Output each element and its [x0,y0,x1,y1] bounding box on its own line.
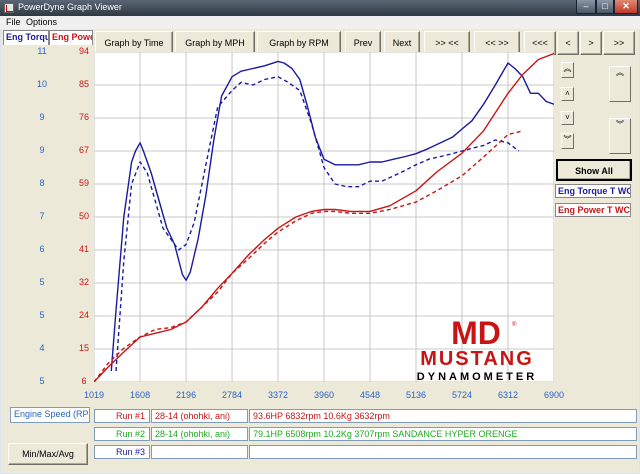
power-tick-label: 85 [78,79,89,89]
run2-label: Run #2 [94,427,150,441]
rpm-tick-label: 5724 [452,390,473,400]
rpm-tick-label: 2784 [222,390,243,400]
power-tick-label: 6 [81,376,87,386]
power-tick-label: 67 [78,145,89,155]
scroll-right-fast-button[interactable]: >> [603,31,635,55]
rpm-tick-label: 3960 [314,390,335,400]
scroll-right-button[interactable]: > [580,31,602,55]
rpm-tick-label: 6312 [497,390,519,400]
maximize-button[interactable]: □ [596,0,614,14]
minimize-button[interactable]: – [576,0,596,14]
zoom-y-in-button[interactable]: ︽ [609,66,631,102]
run3-stats [249,445,637,459]
logo-mark: MD [451,318,501,351]
double-chevron-down-icon: ︾ [563,135,572,144]
x-channel-field[interactable]: Engine Speed (RP [10,407,90,423]
power-tick-label: 32 [78,277,89,287]
legend-torque[interactable]: Eng Torque T WC [555,184,631,198]
double-chevron-down-icon: ︾ [616,120,624,129]
run1-label: Run #1 [94,409,150,423]
menu-file[interactable]: File [6,17,21,27]
run3-label: Run #3 [94,445,150,459]
torque-tick-label: 4 [39,343,45,353]
run2-stats: 79.1HP 6508rpm 10.2Kg 3707rpm SANDANCE H… [249,427,637,441]
app-icon [4,3,14,13]
torque-tick-label: 7 [39,211,45,221]
power-tick-label: 50 [78,211,89,221]
logo-graphic: MD ® MUSTANG DYNAMOMETER [417,315,537,383]
close-button[interactable]: ✕ [614,0,638,14]
rpm-tick-label: 3372 [268,390,289,400]
scroll-left-button[interactable]: < [557,31,579,55]
rpm-tick-label: 1019 [83,390,105,400]
logo-sub: DYNAMOMETER [417,371,537,383]
window-title: PowerDyne Graph Viewer [18,2,122,12]
mustang-dynamometer-logo: MD ® MUSTANG DYNAMOMETER [398,315,556,384]
torque-tick-label: 9 [39,112,45,122]
chevron-down-icon: ˅ [565,113,570,122]
torque-tick-label: 5 [39,277,45,287]
rpm-tick-label: 4548 [360,390,381,400]
power-tick-label: 41 [78,244,89,254]
power-tick-label: 76 [78,112,89,122]
rpm-tick-label: 2196 [176,390,197,400]
power-tick-label: 94 [78,46,89,56]
torque-tick-label: 5 [39,376,45,386]
run2-desc[interactable]: 28-14 (ohohki, ani) [151,427,248,441]
scroll-up-button[interactable]: ˄ [561,87,574,101]
torque-tick-label: 10 [36,79,47,89]
run1-desc[interactable]: 28-14 (ohohki, ani) [151,409,248,423]
menu-bar: File Options [0,16,640,29]
show-all-button[interactable]: Show All [556,159,632,181]
scroll-down-button[interactable]: ˅ [561,111,574,125]
tab-eng-torque[interactable]: Eng Torque [3,30,49,45]
torque-tick-label: 11 [37,46,47,56]
rpm-tick-label: 1608 [130,390,151,400]
zoom-y-out-button[interactable]: ︾ [609,118,631,154]
double-chevron-up-icon: ︽ [616,68,624,77]
power-tick-label: 15 [78,343,89,353]
power-tick-label: 24 [78,310,89,320]
run3-desc[interactable] [151,445,248,459]
power-tick-label: 59 [78,178,89,188]
torque-tick-label: 6 [39,244,45,254]
min-max-avg-button[interactable]: Min/Max/Avg [8,443,88,465]
scroll-up-fast-button[interactable]: ︽ [561,62,574,78]
logo-name: MUSTANG [420,348,534,370]
torque-tick-label: 5 [39,310,45,320]
rpm-tick-label: 5136 [406,390,427,400]
torque-tick-label: 9 [39,145,45,155]
torque-tick-label: 8 [39,178,45,188]
legend-power[interactable]: Eng Power T WC [555,203,631,217]
rpm-tick-label: 6900 [543,390,565,400]
run1-stats: 93.6HP 6832rpm 10.6Kg 3632rpm [249,409,637,423]
scroll-down-fast-button[interactable]: ︾ [561,133,574,149]
app-window: PowerDyne Graph Viewer – □ ✕ File Option… [0,0,640,474]
title-bar: PowerDyne Graph Viewer – □ ✕ [0,0,640,16]
tab-eng-power[interactable]: Eng Powe [49,30,93,45]
double-chevron-up-icon: ︽ [563,64,572,73]
logo-registered: ® [512,321,517,328]
chevron-up-icon: ˄ [565,89,570,98]
menu-options[interactable]: Options [26,17,57,27]
